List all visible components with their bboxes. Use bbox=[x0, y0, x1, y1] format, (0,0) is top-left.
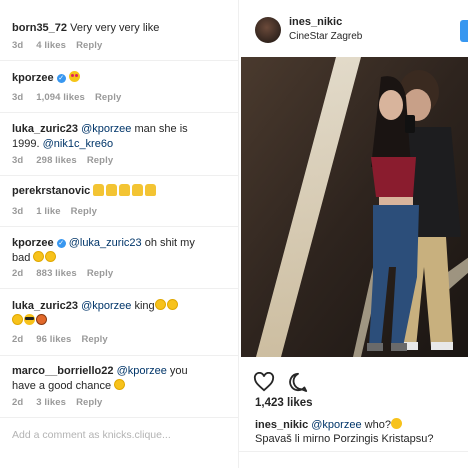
comment-meta: 3d 1 like Reply bbox=[12, 206, 107, 217]
divider bbox=[0, 417, 238, 418]
comment-username[interactable]: kporzee bbox=[12, 237, 54, 249]
post-panel: ines_nikic CineStar Zagreb 1,423 likes i… bbox=[238, 0, 468, 468]
comment-time: 2d bbox=[12, 268, 24, 279]
laughing-emoji bbox=[45, 251, 57, 262]
divider bbox=[0, 355, 238, 356]
reply-button[interactable]: Reply bbox=[87, 155, 113, 166]
comment-text: man she is bbox=[131, 123, 188, 135]
post-username[interactable]: ines_nikic bbox=[289, 16, 342, 28]
comment-username[interactable]: luka_zuric23 bbox=[12, 123, 78, 135]
divider bbox=[0, 175, 238, 176]
comment-likes[interactable]: 1,094 likes bbox=[36, 92, 85, 103]
divider bbox=[239, 451, 468, 452]
comment-username[interactable]: marco__borriello22 bbox=[12, 365, 114, 377]
comment-mention[interactable]: @luka_zuric23 bbox=[69, 237, 142, 249]
comment-likes[interactable]: 3 likes bbox=[36, 397, 66, 408]
add-comment-input[interactable]: Add a comment as knicks.clique... bbox=[12, 429, 171, 441]
likes-count[interactable]: 1,423 likes bbox=[255, 397, 313, 409]
post-caption: ines_nikic @kporzee who? bbox=[255, 418, 402, 431]
comment-likes[interactable]: 298 likes bbox=[36, 155, 77, 166]
comment-text: 1999. bbox=[12, 138, 40, 150]
comment: perekrstanovic bbox=[12, 184, 234, 199]
laughing-emoji bbox=[12, 314, 23, 325]
heart-eyes-emoji bbox=[68, 71, 80, 82]
comment-bubble-icon[interactable] bbox=[287, 372, 309, 392]
comment-username[interactable]: born35_72 bbox=[12, 22, 67, 34]
divider bbox=[0, 60, 238, 61]
post-location[interactable]: CineStar Zagreb bbox=[289, 31, 362, 42]
laughing-emoji bbox=[114, 379, 126, 390]
comment-time: 2d bbox=[12, 334, 24, 345]
comment-text: king bbox=[131, 300, 155, 312]
thinking-face-emoji bbox=[390, 418, 402, 429]
thumbs-up-emoji bbox=[93, 184, 158, 197]
comment-likes[interactable]: 883 likes bbox=[36, 268, 77, 279]
comment-mention[interactable]: @kporzee bbox=[81, 300, 131, 312]
comment-text: you bbox=[166, 365, 188, 377]
laughing-emoji bbox=[166, 299, 178, 310]
divider bbox=[0, 288, 238, 289]
basketball-emoji bbox=[36, 314, 47, 325]
comment: luka_zuric23 @kporzee man she is 1999. @… bbox=[12, 122, 234, 152]
comment: born35_72 Very very very like bbox=[12, 21, 234, 36]
comment-text: Very very very like bbox=[70, 22, 160, 34]
laughing-emoji bbox=[33, 251, 45, 262]
verified-badge-icon: ✓ bbox=[56, 74, 66, 83]
comment-time: 3d bbox=[12, 40, 24, 51]
divider bbox=[0, 112, 238, 113]
comment-text: have a good chance bbox=[12, 380, 112, 392]
comment-mention[interactable]: @kporzee bbox=[117, 365, 167, 377]
comment-username[interactable]: luka_zuric23 bbox=[12, 300, 78, 312]
comment-meta: 2d 96 likes Reply bbox=[12, 334, 118, 345]
laughing-emoji bbox=[154, 299, 166, 310]
reply-button[interactable]: Reply bbox=[71, 206, 97, 217]
avatar[interactable] bbox=[255, 17, 281, 43]
comment-time: 2d bbox=[12, 397, 24, 408]
comment-mention[interactable]: @kporzee bbox=[81, 123, 131, 135]
sunglasses-emoji bbox=[24, 314, 35, 325]
follow-button[interactable] bbox=[460, 20, 468, 42]
divider bbox=[0, 226, 238, 227]
heart-outline-icon[interactable] bbox=[253, 372, 275, 392]
caption-username[interactable]: ines_nikic bbox=[255, 419, 308, 431]
verified-badge-icon: ✓ bbox=[56, 239, 66, 248]
comment: kporzee ✓ @luka_zuric23 oh shit my bad bbox=[12, 236, 234, 266]
comment-meta: 3d 1,094 likes Reply bbox=[12, 92, 131, 103]
comment: kporzee ✓ bbox=[12, 71, 234, 86]
mirror-selfie-photo bbox=[241, 57, 468, 357]
comment-username[interactable]: kporzee bbox=[12, 72, 54, 84]
comment: luka_zuric23 @kporzee king bbox=[12, 299, 234, 329]
comment-meta: 2d 883 likes Reply bbox=[12, 268, 123, 279]
comment-time: 3d bbox=[12, 206, 24, 217]
caption-line: Spavaš li mirno Porzingis Kristapsu? bbox=[255, 433, 434, 445]
comment-text: oh shit my bbox=[141, 237, 195, 249]
comment-time: 3d bbox=[12, 155, 24, 166]
comment: marco__borriello22 @kporzee you have a g… bbox=[12, 364, 234, 394]
comments-panel: born35_72 Very very very like 3d 4 likes R… bbox=[0, 0, 238, 468]
comment-time: 3d bbox=[12, 92, 24, 103]
reply-button[interactable]: Reply bbox=[95, 92, 121, 103]
comment-likes[interactable]: 1 like bbox=[36, 206, 60, 217]
comment-mention[interactable]: @nik1c_kre6o bbox=[43, 138, 113, 150]
comment-meta: 2d 3 likes Reply bbox=[12, 397, 112, 408]
caption-mention[interactable]: @kporzee bbox=[311, 419, 361, 431]
comment-likes[interactable]: 96 likes bbox=[36, 334, 71, 345]
reply-button[interactable]: Reply bbox=[81, 334, 107, 345]
comment-likes[interactable]: 4 likes bbox=[36, 40, 66, 51]
reply-button[interactable]: Reply bbox=[76, 40, 102, 51]
reply-button[interactable]: Reply bbox=[76, 397, 102, 408]
post-photo[interactable] bbox=[241, 57, 468, 357]
comment-meta: 3d 298 likes Reply bbox=[12, 155, 123, 166]
comment-username[interactable]: perekrstanovic bbox=[12, 185, 90, 197]
reply-button[interactable]: Reply bbox=[87, 268, 113, 279]
comment-text: bad bbox=[12, 252, 31, 264]
caption-text: who? bbox=[361, 419, 391, 431]
comment-meta: 3d 4 likes Reply bbox=[12, 40, 112, 51]
